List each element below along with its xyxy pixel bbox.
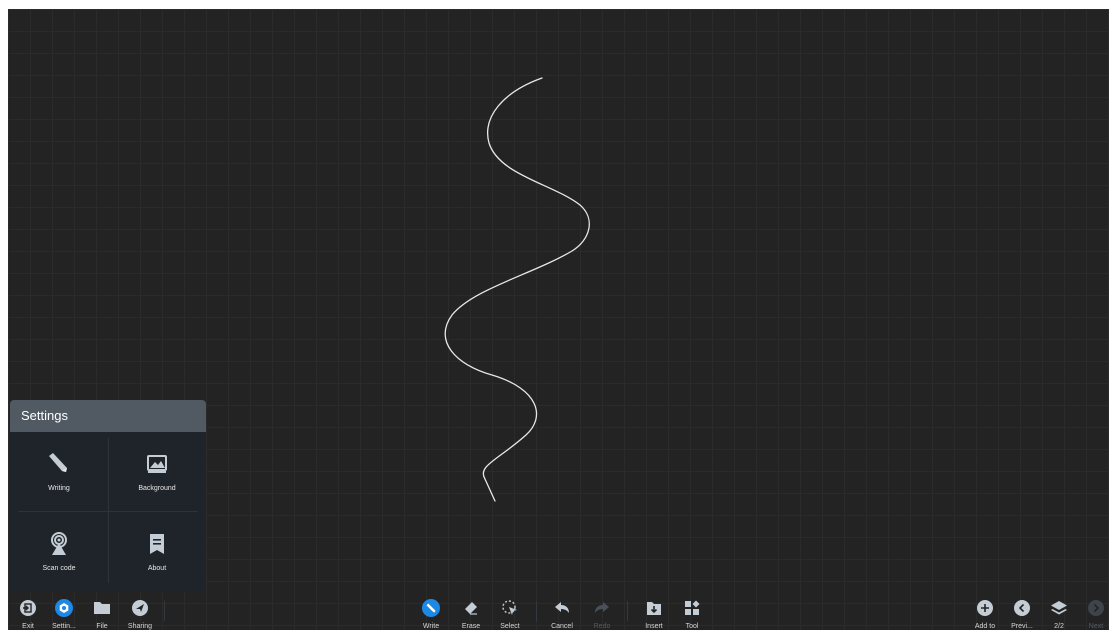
select-icon bbox=[501, 599, 519, 617]
erase-button[interactable]: Erase bbox=[451, 594, 491, 630]
add-icon bbox=[976, 599, 994, 617]
settings-icon bbox=[55, 599, 73, 617]
settings-title: Settings bbox=[10, 400, 206, 432]
add-page-button[interactable]: Add to bbox=[965, 594, 1005, 630]
settings-label: Settin... bbox=[52, 623, 76, 630]
tool-button[interactable]: Tool bbox=[672, 594, 712, 630]
folder-icon bbox=[93, 599, 111, 617]
select-button[interactable]: Select bbox=[490, 594, 530, 630]
exit-label: Exit bbox=[22, 623, 34, 630]
tool-label: Tool bbox=[685, 623, 699, 630]
redo-button[interactable]: Redo bbox=[582, 594, 622, 630]
bottom-toolbar: Exit Settin... File Sharing Write Erase bbox=[8, 594, 1109, 630]
toolbar-divider bbox=[536, 601, 537, 621]
exit-icon bbox=[19, 599, 37, 617]
insert-button[interactable]: Insert bbox=[634, 594, 674, 630]
insert-icon bbox=[645, 599, 663, 617]
settings-item-label: Writing bbox=[48, 484, 70, 492]
settings-panel: Settings Writing Background Scan code Ab… bbox=[10, 400, 206, 591]
settings-button[interactable]: Settin... bbox=[44, 594, 84, 630]
page-indicator: 2/2 bbox=[1054, 623, 1064, 630]
image-icon bbox=[145, 452, 169, 476]
file-label: File bbox=[96, 623, 108, 630]
settings-item-label: Background bbox=[138, 484, 176, 492]
select-label: Select bbox=[500, 623, 520, 630]
exit-button[interactable]: Exit bbox=[8, 594, 48, 630]
sharing-button[interactable]: Sharing bbox=[120, 594, 160, 630]
insert-label: Insert bbox=[645, 623, 663, 630]
settings-background-button[interactable]: Background bbox=[108, 432, 206, 511]
write-button[interactable]: Write bbox=[411, 594, 451, 630]
toolbar-divider bbox=[627, 601, 628, 621]
next-page-button[interactable]: Next bbox=[1076, 594, 1109, 630]
write-label: Write bbox=[422, 623, 440, 630]
previous-page-button[interactable]: Previ... bbox=[1002, 594, 1042, 630]
next-label: Next bbox=[1088, 623, 1104, 630]
file-button[interactable]: File bbox=[82, 594, 122, 630]
pen-icon bbox=[47, 452, 71, 476]
settings-writing-button[interactable]: Writing bbox=[10, 432, 108, 511]
broadcast-icon bbox=[47, 531, 71, 556]
settings-scan-code-button[interactable]: Scan code bbox=[10, 512, 108, 591]
undo-icon bbox=[553, 599, 571, 617]
cancel-button[interactable]: Cancel bbox=[542, 594, 582, 630]
sharing-label: Sharing bbox=[127, 623, 153, 630]
add-to-label: Add to bbox=[974, 623, 996, 630]
send-icon bbox=[131, 599, 149, 617]
settings-item-label: Scan code bbox=[42, 564, 76, 572]
redo-label: Redo bbox=[593, 623, 611, 630]
cancel-label: Cancel bbox=[551, 623, 573, 630]
redo-icon bbox=[593, 599, 611, 617]
page-list-button[interactable]: 2/2 bbox=[1039, 594, 1079, 630]
settings-about-button[interactable]: About bbox=[108, 512, 206, 591]
eraser-icon bbox=[462, 599, 480, 617]
previous-label: Previ... bbox=[1011, 623, 1033, 630]
layers-icon bbox=[1050, 599, 1068, 617]
next-icon bbox=[1087, 599, 1105, 617]
grid-icon bbox=[683, 599, 701, 617]
pen-icon bbox=[422, 599, 440, 617]
bookmark-doc-icon bbox=[145, 532, 169, 556]
toolbar-divider bbox=[164, 601, 165, 621]
previous-icon bbox=[1013, 599, 1031, 617]
erase-label: Erase bbox=[461, 623, 481, 630]
settings-item-label: About bbox=[147, 564, 167, 572]
